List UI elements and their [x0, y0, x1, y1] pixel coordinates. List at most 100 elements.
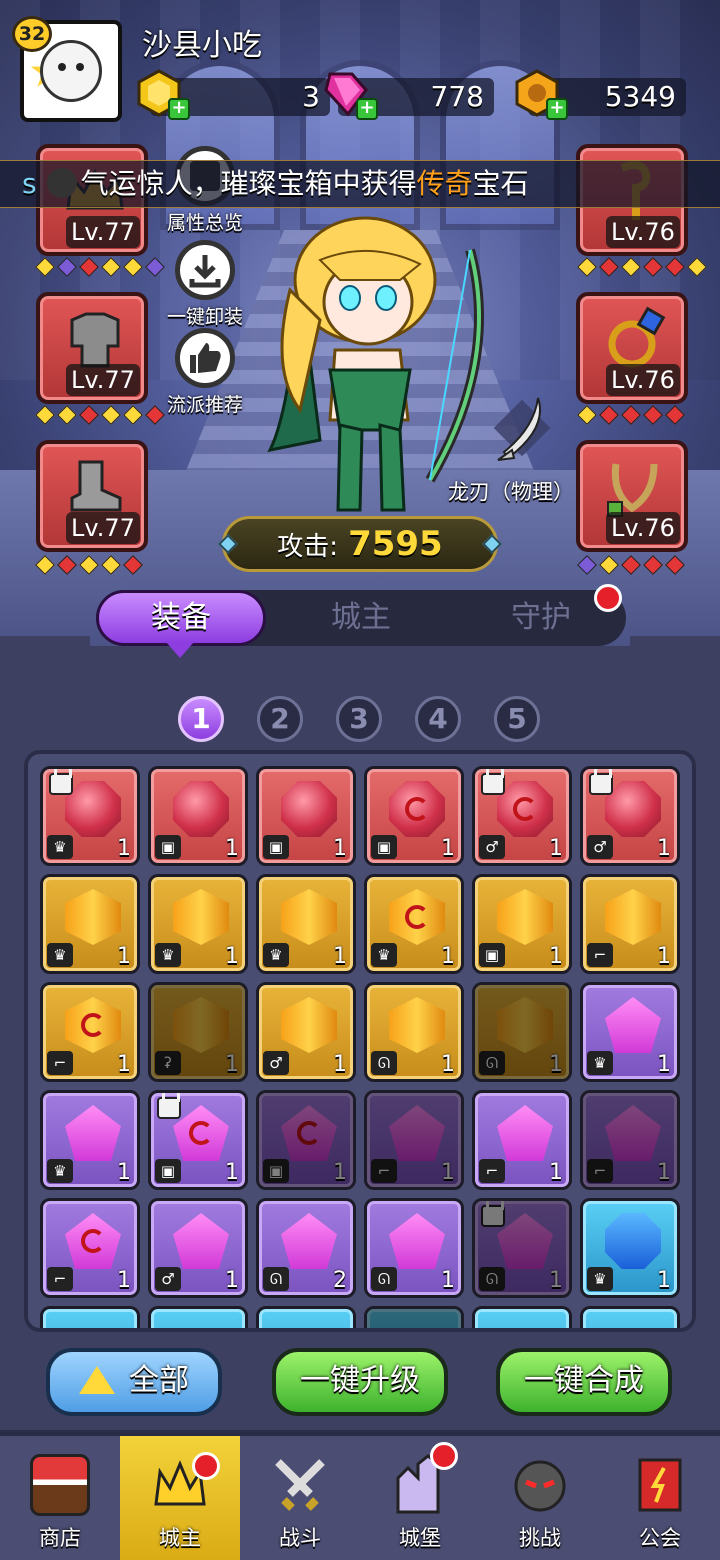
gem-item[interactable]: ♛ 1 — [256, 874, 356, 974]
equipment-tab-bar: 装备 城主 守护 — [96, 584, 626, 646]
gem-item[interactable]: ᘏ1 — [364, 1198, 464, 1298]
gem-item[interactable]: ♛ 1 — [580, 982, 680, 1082]
gold-coin-amount: 5349 — [604, 80, 676, 113]
page-tab-4[interactable]: 4 — [415, 696, 461, 742]
gem-item[interactable]: ᘏ1 — [472, 982, 572, 1082]
page-tab-3[interactable]: 3 — [336, 696, 382, 742]
equip-level: Lv.76 — [606, 364, 680, 396]
gem-item[interactable]: ⌐ 1 — [40, 982, 140, 1082]
gem-item[interactable]: ᘏ1 — [364, 982, 464, 1082]
gem-item[interactable]: ♛ 1 — [364, 874, 464, 974]
filter-all-button[interactable]: 全部 — [46, 1348, 222, 1416]
gem-socket-diamond — [101, 257, 121, 277]
tab-lord[interactable]: 城主 — [276, 590, 446, 646]
gem-item[interactable]: ♂ 1 — [472, 766, 572, 866]
gem-item[interactable] — [580, 1306, 680, 1328]
equip-slot-ring[interactable]: Lv.76 — [576, 292, 688, 404]
gem-count: 1 — [117, 944, 131, 969]
gem-item[interactable]: ▣ 1 — [256, 766, 356, 866]
tab-equipment[interactable]: 装备 — [96, 590, 266, 646]
gem-item[interactable] — [364, 1306, 464, 1328]
swirl-mark-icon — [81, 1013, 105, 1037]
gem-icon — [605, 781, 661, 837]
nav-lord[interactable]: 城主 — [120, 1436, 240, 1560]
gem-item[interactable]: ⌐ 1 — [40, 1198, 140, 1298]
add-pink-gem-button[interactable]: + — [356, 98, 378, 120]
gem-item[interactable]: ♛ 1 — [148, 874, 248, 974]
gem-item[interactable] — [472, 1306, 572, 1328]
equip-slot-necklace[interactable]: Lv.76 — [576, 440, 688, 552]
download-icon — [175, 240, 235, 300]
gem-item[interactable]: ᘏ2 — [256, 1198, 356, 1298]
gem-count: 1 — [225, 1268, 239, 1293]
nav-label: 挑战 — [519, 1526, 561, 1550]
gem-socket-diamond — [101, 555, 121, 575]
gem-item[interactable] — [256, 1306, 356, 1328]
add-gold-coin-button[interactable]: + — [546, 98, 568, 120]
gem-item[interactable] — [40, 1306, 140, 1328]
gem-count: 1 — [117, 1160, 131, 1185]
equip-slot-armor[interactable]: Lv.77 — [36, 292, 148, 404]
add-gold-crystal-button[interactable]: + — [168, 98, 190, 120]
unequip-all-button[interactable]: 一键卸装 — [160, 240, 250, 329]
gem-count: 1 — [549, 1160, 563, 1185]
gem-item[interactable]: ⌐ 1 — [580, 1090, 680, 1190]
player-header: 32 沙县小吃 + 3 + 778 + 5349 — [0, 0, 720, 130]
page-tab-5[interactable]: 5 — [494, 696, 540, 742]
upgrade-all-button[interactable]: 一键升级 — [272, 1348, 448, 1416]
gem-item[interactable]: ♂ 1 — [148, 1198, 248, 1298]
gem-item[interactable]: ⌐ 1 — [472, 1090, 572, 1190]
boot-icon — [70, 460, 122, 512]
nav-guild[interactable]: 公会 — [600, 1436, 720, 1560]
gem-item[interactable]: ▣ 1 — [364, 766, 464, 866]
gem-icon — [389, 1105, 445, 1161]
currency-gold-crystal: + 3 — [137, 69, 330, 120]
side-button-label: 一键卸装 — [166, 306, 243, 328]
gem-item[interactable] — [148, 1306, 248, 1328]
slot-gem-sockets — [577, 257, 707, 277]
slot-type-icon: ♛ — [47, 943, 73, 967]
equip-slot-boots[interactable]: Lv.77 — [36, 440, 148, 552]
gem-item[interactable]: ▣ 1 — [148, 766, 248, 866]
gem-item[interactable]: ♛ 1 — [580, 1198, 680, 1298]
slot-type-icon: ⌐ — [479, 1159, 505, 1183]
slot-type-icon: ♂ — [263, 1051, 289, 1075]
build-recommend-button[interactable]: 流派推荐 — [160, 328, 250, 417]
lock-icon — [481, 1201, 505, 1227]
nav-battle[interactable]: 战斗 — [240, 1436, 360, 1560]
gem-count: 1 — [657, 1052, 671, 1077]
page-tab-2[interactable]: 2 — [257, 696, 303, 742]
lock-icon — [589, 769, 613, 795]
gem-item[interactable]: ♛ 1 — [40, 874, 140, 974]
gem-item[interactable]: ▣ 1 — [148, 1090, 248, 1190]
gem-item[interactable]: ♛ 1 — [40, 766, 140, 866]
slot-type-icon: ᘏ — [371, 1267, 397, 1291]
nav-label: 城主 — [159, 1526, 201, 1550]
slot-type-icon: ᘏ — [479, 1267, 505, 1291]
gem-item[interactable]: ♛ 1 — [40, 1090, 140, 1190]
gem-icon — [173, 781, 229, 837]
gem-item[interactable]: ᘏ1 — [472, 1198, 572, 1298]
dragon-blade-icon[interactable] — [478, 388, 558, 478]
gem-count: 1 — [657, 836, 671, 861]
gem-item[interactable]: ⌐ 1 — [364, 1090, 464, 1190]
gem-item[interactable]: ʡ1 — [148, 982, 248, 1082]
nav-castle[interactable]: 城堡 — [360, 1436, 480, 1560]
gem-item[interactable]: ▣ 1 — [256, 1090, 356, 1190]
gold-crystal-amount: 3 — [302, 80, 320, 113]
gem-item[interactable]: ▣ 1 — [472, 874, 572, 974]
battlement — [0, 636, 90, 676]
merge-all-button[interactable]: 一键合成 — [496, 1348, 672, 1416]
slot-type-icon: ⌐ — [587, 1159, 613, 1183]
gem-item[interactable]: ♂ 1 — [580, 766, 680, 866]
nav-challenge[interactable]: 挑战 — [480, 1436, 600, 1560]
currency-gold-coin: + 5349 — [515, 69, 686, 120]
gem-socket-diamond — [665, 257, 685, 277]
slot-type-icon: ▣ — [263, 1159, 289, 1183]
page-tab-1[interactable]: 1 — [178, 696, 224, 742]
gem-icon — [65, 889, 121, 945]
gem-item[interactable]: ♂ 1 — [256, 982, 356, 1082]
nav-shop[interactable]: 商店 — [0, 1436, 120, 1560]
gem-socket-diamond — [599, 555, 619, 575]
gem-item[interactable]: ⌐ 1 — [580, 874, 680, 974]
